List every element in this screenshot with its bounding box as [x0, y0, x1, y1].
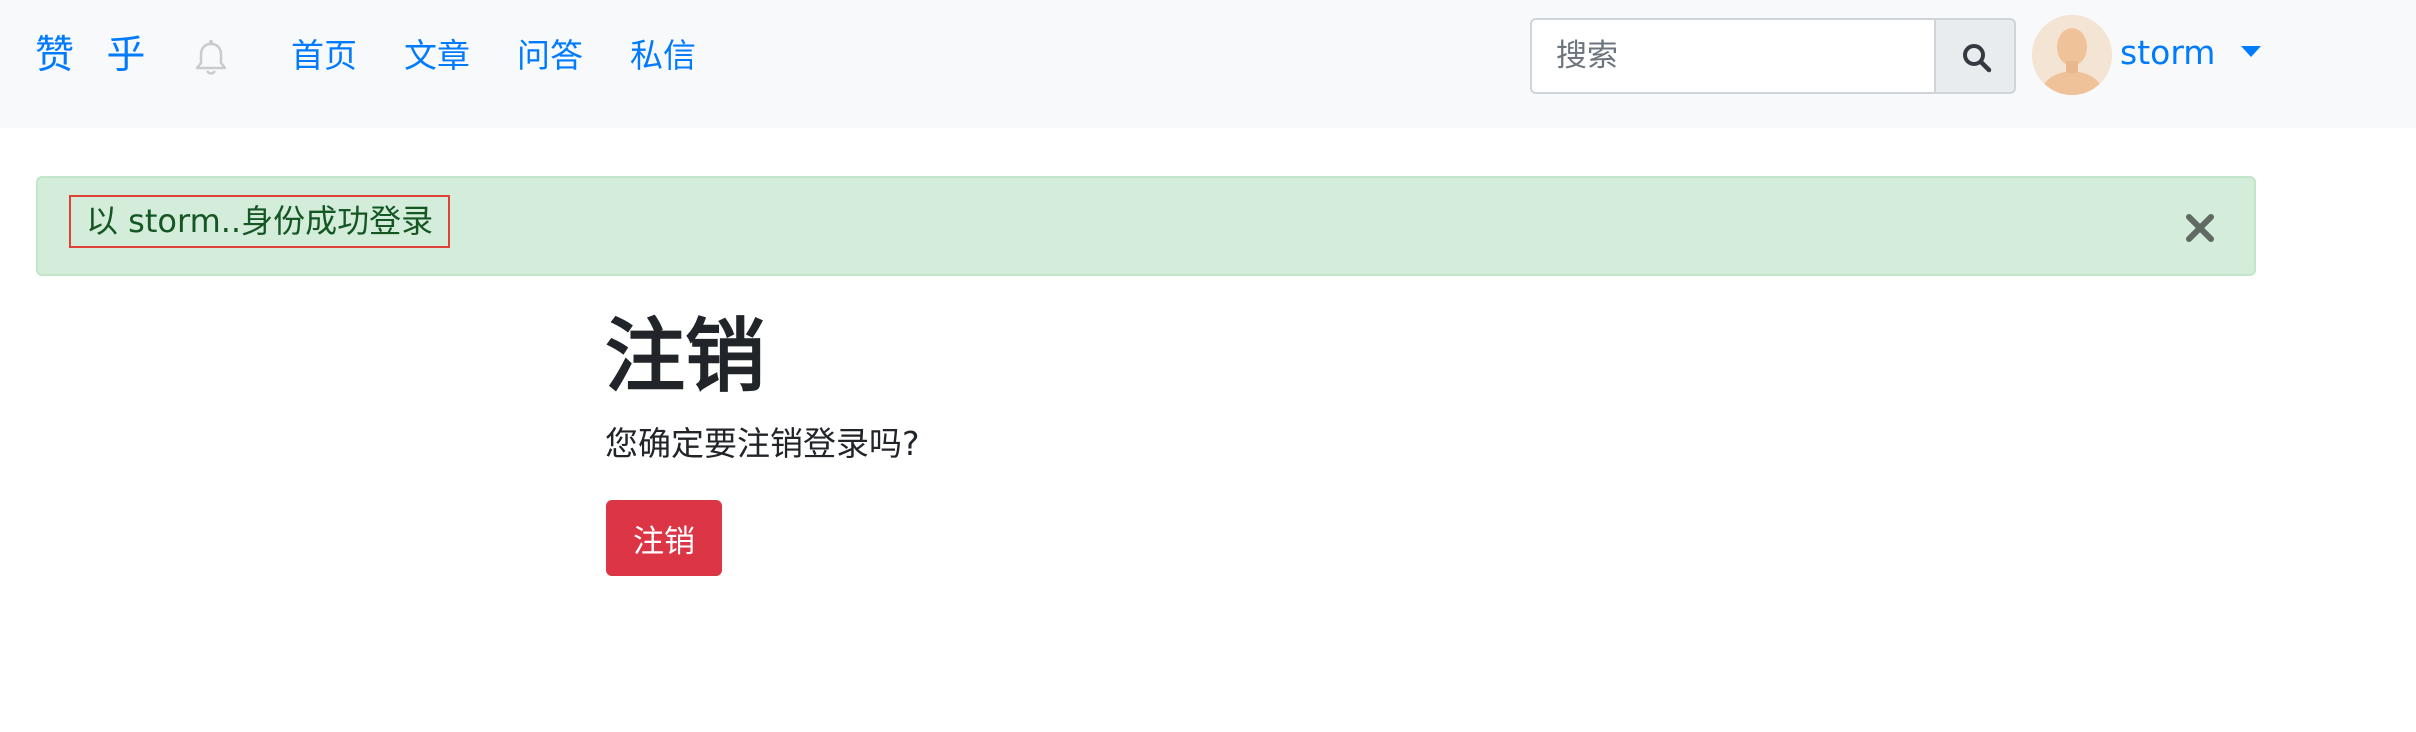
avatar[interactable]	[2032, 15, 2112, 95]
nav-link-articles[interactable]: 文章	[404, 34, 470, 78]
close-icon[interactable]	[2183, 211, 2217, 245]
search-form	[1530, 18, 2016, 94]
user-dropdown[interactable]: storm	[2120, 31, 2261, 75]
nav-link-qa[interactable]: 问答	[517, 34, 583, 78]
navbar: 赞 乎 首页 文章 问答 私信 storm	[0, 0, 2416, 128]
nav-link-home[interactable]: 首页	[291, 34, 357, 78]
search-button[interactable]	[1934, 18, 2016, 94]
alert-message: 以 storm..身份成功登录	[69, 195, 451, 248]
brand-logo[interactable]: 赞 乎	[35, 30, 155, 82]
page-title: 注销	[605, 310, 765, 403]
search-input[interactable]	[1530, 18, 1935, 94]
search-icon	[1963, 44, 1992, 73]
username: storm	[2120, 33, 2216, 72]
nav-link-messages[interactable]: 私信	[630, 34, 696, 78]
success-alert: 以 storm..身份成功登录	[36, 176, 2256, 276]
confirm-question: 您确定要注销登录吗?	[605, 424, 920, 463]
caret-down-icon	[2240, 45, 2261, 57]
bell-icon[interactable]	[191, 38, 231, 78]
logout-button[interactable]: 注销	[606, 500, 722, 576]
